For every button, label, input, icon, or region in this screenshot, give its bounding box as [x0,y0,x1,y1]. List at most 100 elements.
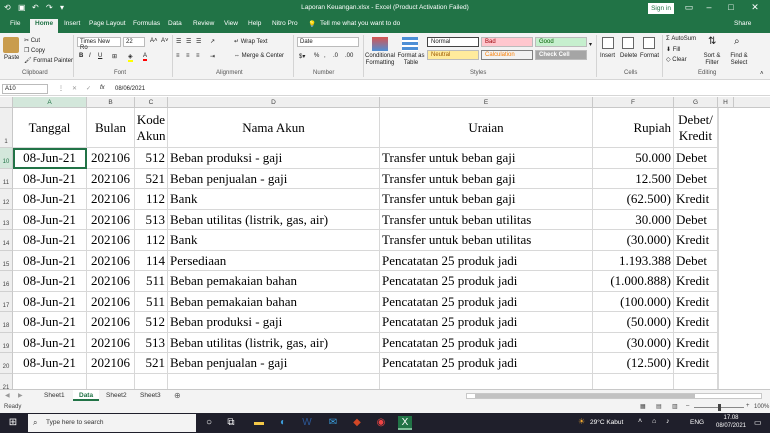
autosum-button[interactable]: Σ AutoSum [666,36,696,42]
cell-debit-credit[interactable]: Debet [674,168,718,189]
merge-center-button[interactable]: ⇔ Merge & Center [234,53,284,59]
tab-page-layout[interactable]: Page Layout [89,20,126,27]
cell-debit-credit[interactable]: Kredit [674,291,718,312]
cell-date[interactable]: 08-Jun-21 [13,353,87,374]
row-header[interactable]: 10 [0,148,13,169]
header-cell-month[interactable]: Bulan [87,108,135,148]
cell-account-name[interactable]: Beban penjualan - gaji [168,353,380,374]
cell-account-name[interactable]: Beban penjualan - gaji [168,168,380,189]
column-header-a[interactable]: A [13,97,87,108]
cell-amount[interactable]: (12.500) [593,353,674,374]
tab-file[interactable]: File [10,20,20,27]
task-view-icon[interactable]: ⧉ [224,416,238,430]
name-box[interactable]: A10 [2,84,48,94]
share-button[interactable]: Share [734,20,751,27]
cell-account-code[interactable]: 511 [135,291,168,312]
sheet-tab-sheet1[interactable]: Sheet1 [38,390,71,401]
fill-button[interactable]: ⬇ Fill [666,46,680,53]
cell-debit-credit[interactable]: Kredit [674,271,718,292]
cell-debit-credit[interactable]: Debet [674,148,718,169]
format-as-table-icon[interactable] [402,37,418,51]
horizontal-scrollbar[interactable] [466,393,762,399]
cell-month[interactable]: 202106 [87,353,135,374]
cell-account-name[interactable]: Beban produksi - gaji [168,148,380,169]
cell-month[interactable]: 202106 [87,312,135,333]
clock-time[interactable]: 17.08 [716,415,746,421]
sheet-tab-sheet2[interactable]: Sheet2 [100,390,133,401]
formula-menu-icon[interactable]: ⋮ [58,85,64,92]
cell-account-code[interactable] [135,373,168,389]
insert-cells-button[interactable]: Insert [600,53,615,59]
format-cells-icon[interactable] [643,37,655,49]
row-header[interactable]: 17 [0,291,13,312]
align-middle-icon[interactable]: ☰ [186,38,191,45]
cell-month[interactable]: 202106 [87,230,135,251]
tab-insert[interactable]: Insert [64,20,80,27]
paste-button[interactable]: Paste [4,55,19,61]
align-center-icon[interactable]: ≡ [186,53,190,59]
cell-amount[interactable]: (100.000) [593,291,674,312]
row-header[interactable]: 19 [0,332,13,353]
cell-description[interactable]: Transfer untuk beban utilitas [380,230,593,251]
style-calculation[interactable]: Calculation [481,50,533,60]
font-color-icon[interactable]: A [143,53,148,61]
orientation-icon[interactable]: ↗ [210,38,215,45]
column-header-g[interactable]: G [674,97,718,108]
delete-cells-button[interactable]: Delete [620,53,637,59]
volume-icon[interactable]: ♪ [666,418,670,425]
cell-account-name[interactable]: Beban utilitas (listrik, gas, air) [168,209,380,230]
tell-me-search[interactable]: Tell me what you want to do [320,20,400,27]
maximize-icon[interactable]: □ [724,2,738,12]
cell-debit-credit[interactable]: Kredit [674,353,718,374]
page-layout-view-icon[interactable]: ▤ [656,403,662,410]
cell-month[interactable] [87,373,135,389]
chrome-icon[interactable]: ◉ [374,416,388,430]
cell-account-code[interactable]: 112 [135,230,168,251]
cell-amount[interactable]: (30.000) [593,230,674,251]
sort-filter-icon[interactable]: ⇅ [708,36,716,47]
zoom-slider[interactable] [694,404,744,411]
column-header-b[interactable]: B [87,97,135,108]
cell-account-name[interactable]: Persediaan [168,250,380,271]
header-cell-date[interactable]: Tanggal [13,108,87,148]
cell-account-code[interactable]: 512 [135,148,168,169]
comma-icon[interactable]: , [324,53,326,59]
cell-date[interactable]: 08-Jun-21 [13,168,87,189]
borders-icon[interactable]: ⊞ [112,53,117,60]
align-right-icon[interactable]: ≡ [196,53,200,59]
cortana-icon[interactable]: ○ [202,416,216,430]
cell-account-code[interactable]: 521 [135,168,168,189]
cell-debit-credit[interactable]: Kredit [674,189,718,210]
cell-date[interactable] [13,373,87,389]
increase-font-icon[interactable]: A˄ [150,38,158,44]
taskbar-search-box[interactable]: ⌕ Type here to search [28,414,196,432]
scrollbar-thumb[interactable] [475,394,695,398]
cell-description[interactable]: Transfer untuk beban gaji [380,189,593,210]
header-cell-description[interactable]: Uraian [380,108,593,148]
cell-debit-credit[interactable]: Debet [674,209,718,230]
cut-button[interactable]: ✂ Cut [24,37,40,44]
cell-description[interactable]: Pencatatan 25 produk jadi [380,291,593,312]
header-cell-account-name[interactable]: Nama Akun [168,108,380,148]
cell-debit-credit[interactable]: Kredit [674,332,718,353]
sheet-tab-data[interactable]: Data [73,390,100,401]
mail-icon[interactable]: ✉ [326,416,340,430]
tray-chevron-icon[interactable]: ˄ [638,418,642,425]
tab-review[interactable]: Review [193,20,214,27]
cell-date[interactable]: 08-Jun-21 [13,312,87,333]
cell-amount[interactable]: 50.000 [593,148,674,169]
app-icon[interactable]: ◆ [350,416,364,430]
cell-month[interactable]: 202106 [87,332,135,353]
ribbon-display-icon[interactable]: ▭ [682,2,696,13]
cell-amount[interactable]: (50.000) [593,312,674,333]
number-format-select[interactable]: Date [297,37,359,47]
cell-date[interactable]: 08-Jun-21 [13,271,87,292]
notifications-icon[interactable]: ▭ [754,418,762,427]
insert-cells-icon[interactable] [602,37,614,49]
row-header[interactable]: 14 [0,230,13,251]
header-cell-account-code[interactable]: Kode Akun [135,108,168,148]
column-header-h[interactable]: H [718,97,734,108]
decrease-font-icon[interactable]: A˅ [161,38,169,44]
row-header[interactable]: 18 [0,312,13,333]
header-cell-amount[interactable]: Rupiah [593,108,674,148]
